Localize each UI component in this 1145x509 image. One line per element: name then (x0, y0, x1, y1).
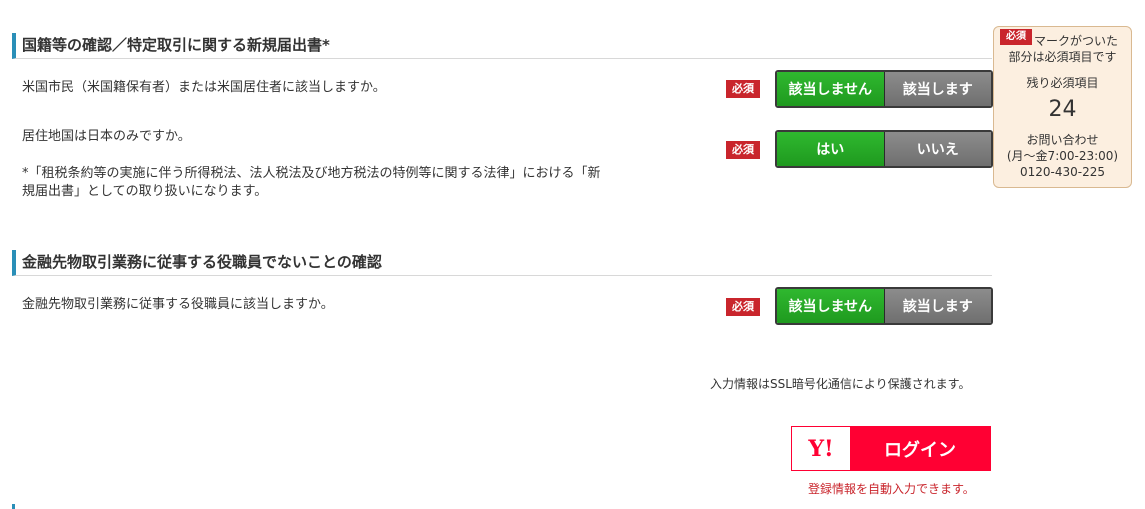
us-citizen-toggle[interactable]: 該当しません 該当します (775, 70, 993, 108)
contact-phone: 0120-430-225 (1019, 165, 1105, 179)
option-yes[interactable]: はい (777, 132, 885, 166)
question-residence-japan: 居住地国は日本のみですか。 (22, 129, 191, 144)
question-financial-officer: 金融先物取引業務に従事する役職員に該当しますか。 (22, 297, 334, 312)
remaining-count: 24 (1048, 97, 1077, 122)
required-badge: 必須 (726, 298, 760, 316)
divider (12, 504, 15, 509)
tax-note-line2: 規届出書」としての取り扱いになります。 (22, 184, 268, 199)
yahoo-logo-icon: Y! (792, 427, 850, 470)
remaining-label: 残り必須項目 (1026, 76, 1099, 90)
required-badge: 必須 (726, 141, 760, 159)
required-info-panel: 必須 マークがついた 部分は必須項目です 残り必須項目 24 お問い合わせ (月… (993, 26, 1132, 188)
contact-hours: (月〜金7:00-23:00) (1006, 149, 1119, 163)
mark-note-line2: 部分は必須項目です (1008, 50, 1117, 64)
residence-toggle[interactable]: はい いいえ (775, 130, 993, 168)
login-label: ログイン (850, 427, 990, 470)
mark-note-line1: マークがついた (1034, 34, 1119, 48)
contact-label: お問い合わせ (1026, 133, 1099, 147)
option-no[interactable]: いいえ (884, 132, 991, 166)
required-badge: 必須 (1000, 29, 1032, 45)
section-title-nationality: 国籍等の確認／特定取引に関する新規届出書* (12, 33, 992, 59)
section-title-financial-futures: 金融先物取引業務に従事する役職員でないことの確認 (12, 250, 992, 276)
question-us-citizen: 米国市民（米国籍保有者）または米国居住者に該当しますか。 (22, 80, 386, 95)
ssl-notice: 入力情報はSSL暗号化通信により保護されます。 (710, 377, 971, 391)
option-applicable[interactable]: 該当します (884, 72, 991, 106)
yahoo-login-button[interactable]: Y! ログイン (791, 426, 991, 471)
autofill-note: 登録情報を自動入力できます。 (808, 482, 975, 496)
option-not-applicable[interactable]: 該当しません (777, 72, 885, 106)
financial-officer-toggle[interactable]: 該当しません 該当します (775, 287, 993, 325)
required-badge: 必須 (726, 80, 760, 98)
tax-note-line1: *「租税条約等の実施に伴う所得税法、法人税法及び地方税法の特例等に関する法律」に… (22, 166, 601, 181)
option-applicable[interactable]: 該当します (884, 289, 991, 323)
option-not-applicable[interactable]: 該当しません (777, 289, 885, 323)
